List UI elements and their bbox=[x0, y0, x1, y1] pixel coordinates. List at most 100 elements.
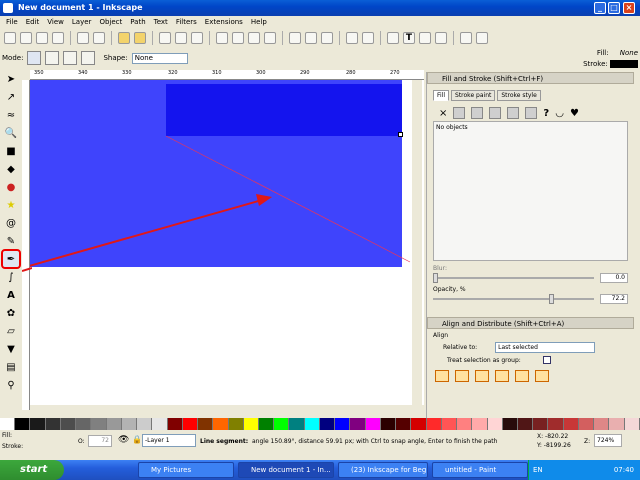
color-swatch[interactable] bbox=[304, 418, 320, 430]
color-swatch[interactable] bbox=[137, 418, 153, 430]
color-swatch[interactable] bbox=[45, 418, 61, 430]
tab-stroke-style[interactable]: Stroke style bbox=[497, 90, 541, 101]
rectangle-tool-icon[interactable]: ■ bbox=[3, 143, 19, 159]
visibility-eye-icon[interactable]: 👁 bbox=[118, 435, 129, 445]
menu-path[interactable]: Path bbox=[126, 16, 149, 28]
color-swatch[interactable] bbox=[563, 418, 579, 430]
color-swatch[interactable] bbox=[258, 418, 275, 430]
node-tool-icon[interactable]: ↗ bbox=[3, 89, 19, 105]
eraser-tool-icon[interactable]: ▱ bbox=[3, 323, 19, 339]
color-swatch[interactable] bbox=[502, 418, 518, 430]
blur-value[interactable]: 0.0 bbox=[600, 273, 628, 283]
drawing-canvas[interactable] bbox=[30, 80, 424, 405]
zoom-page-icon[interactable] bbox=[248, 32, 260, 44]
color-swatch[interactable] bbox=[167, 418, 183, 430]
color-swatch[interactable] bbox=[472, 418, 488, 430]
color-swatch[interactable] bbox=[380, 418, 397, 430]
polyline-mode-icon[interactable] bbox=[63, 51, 78, 65]
text-tool-icon[interactable]: A bbox=[3, 287, 19, 303]
pen-tool-icon[interactable]: ✒ bbox=[1, 249, 21, 269]
menu-help[interactable]: Help bbox=[247, 16, 271, 28]
menu-filters[interactable]: Filters bbox=[172, 16, 201, 28]
duplicate-icon[interactable] bbox=[289, 32, 301, 44]
task-browser[interactable]: (23) Inkscape for Beg... bbox=[338, 462, 428, 478]
spiro-mode-icon[interactable] bbox=[45, 51, 60, 65]
menu-extensions[interactable]: Extensions bbox=[201, 16, 247, 28]
shape-select[interactable]: None bbox=[131, 52, 188, 64]
ungroup-icon[interactable] bbox=[362, 32, 374, 44]
preferences-icon[interactable] bbox=[460, 32, 472, 44]
radial-gradient-icon[interactable] bbox=[489, 107, 502, 119]
menu-view[interactable]: View bbox=[43, 16, 68, 28]
new-document-icon[interactable] bbox=[4, 32, 16, 44]
swatch-icon[interactable] bbox=[525, 107, 538, 119]
selector-tool-icon[interactable]: ➤ bbox=[3, 71, 19, 87]
minimize-button[interactable]: _ bbox=[594, 2, 606, 14]
unlink-clone-icon[interactable] bbox=[321, 32, 333, 44]
horizontal-scrollbar[interactable] bbox=[30, 406, 424, 416]
color-swatch[interactable] bbox=[335, 418, 351, 430]
fill-stroke-icon[interactable] bbox=[387, 32, 399, 44]
color-swatch[interactable] bbox=[533, 418, 549, 430]
tab-fill[interactable]: Fill bbox=[433, 90, 450, 101]
no-color-swatch[interactable] bbox=[0, 418, 16, 430]
3d-box-tool-icon[interactable]: ◆ bbox=[3, 161, 19, 177]
menu-layer[interactable]: Layer bbox=[68, 16, 96, 28]
color-swatch[interactable] bbox=[426, 418, 442, 430]
opacity-value[interactable]: 72.2 bbox=[600, 294, 628, 304]
opacity-knob[interactable] bbox=[548, 294, 554, 304]
fill-stroke-title[interactable]: Fill and Stroke (Shift+Ctrl+F) bbox=[427, 72, 634, 84]
color-swatch[interactable] bbox=[487, 418, 503, 430]
open-icon[interactable] bbox=[20, 32, 32, 44]
color-swatch[interactable] bbox=[198, 418, 214, 430]
treat-group-checkbox[interactable] bbox=[542, 356, 551, 364]
color-swatch[interactable] bbox=[548, 418, 564, 430]
menu-text[interactable]: Text bbox=[150, 16, 172, 28]
color-swatch[interactable] bbox=[396, 418, 412, 430]
pattern-icon[interactable] bbox=[507, 107, 520, 119]
copy-icon[interactable] bbox=[159, 32, 171, 44]
align-title[interactable]: Align and Distribute (Shift+Ctrl+A) bbox=[427, 317, 634, 329]
maximize-button[interactable]: □ bbox=[608, 2, 620, 14]
gradient-tool-icon[interactable]: ▤ bbox=[3, 359, 19, 375]
color-swatch[interactable] bbox=[411, 418, 427, 430]
vertical-scrollbar[interactable] bbox=[412, 80, 422, 405]
unset-paint-icon[interactable]: ? bbox=[543, 108, 549, 119]
menu-edit[interactable]: Edit bbox=[22, 16, 44, 28]
redo-icon[interactable] bbox=[134, 32, 146, 44]
import-icon[interactable] bbox=[77, 32, 89, 44]
paint-bucket-tool-icon[interactable]: ▼ bbox=[3, 341, 19, 357]
color-swatch[interactable] bbox=[213, 418, 229, 430]
lock-icon[interactable]: 🔒 bbox=[132, 435, 142, 444]
relative-to-select[interactable]: Last selected bbox=[495, 342, 596, 353]
save-icon[interactable] bbox=[36, 32, 48, 44]
color-swatch[interactable] bbox=[152, 418, 168, 430]
zoom-field[interactable]: 724% bbox=[594, 434, 622, 447]
zoom-tool-icon[interactable]: 🔍 bbox=[3, 125, 19, 141]
color-swatch[interactable] bbox=[228, 418, 244, 430]
vertical-ruler[interactable] bbox=[22, 80, 30, 410]
flat-color-icon[interactable] bbox=[453, 107, 466, 119]
color-swatch[interactable] bbox=[60, 418, 77, 430]
linear-gradient-icon[interactable] bbox=[471, 107, 484, 119]
bezier-mode-icon[interactable] bbox=[27, 51, 42, 65]
align-left-icon[interactable] bbox=[455, 370, 469, 382]
color-swatch[interactable] bbox=[30, 418, 46, 430]
paste-icon[interactable] bbox=[191, 32, 203, 44]
color-swatch[interactable] bbox=[91, 418, 107, 430]
color-swatch[interactable] bbox=[182, 418, 199, 430]
color-swatch[interactable] bbox=[274, 418, 290, 430]
menu-file[interactable]: File bbox=[2, 16, 22, 28]
color-swatch[interactable] bbox=[594, 418, 610, 430]
document-properties-icon[interactable] bbox=[476, 32, 488, 44]
color-swatch[interactable] bbox=[76, 418, 92, 430]
opacity-slider[interactable]: 72.2 bbox=[433, 294, 628, 304]
align-distribute-icon[interactable] bbox=[435, 32, 447, 44]
color-swatch[interactable] bbox=[624, 418, 640, 430]
language-indicator[interactable]: EN bbox=[533, 460, 543, 480]
group-icon[interactable] bbox=[346, 32, 358, 44]
cut-icon[interactable] bbox=[175, 32, 187, 44]
blur-slider[interactable]: 0.0 bbox=[433, 273, 628, 283]
color-swatch[interactable] bbox=[15, 418, 31, 430]
task-inkscape[interactable]: New document 1 - In... bbox=[238, 462, 334, 478]
